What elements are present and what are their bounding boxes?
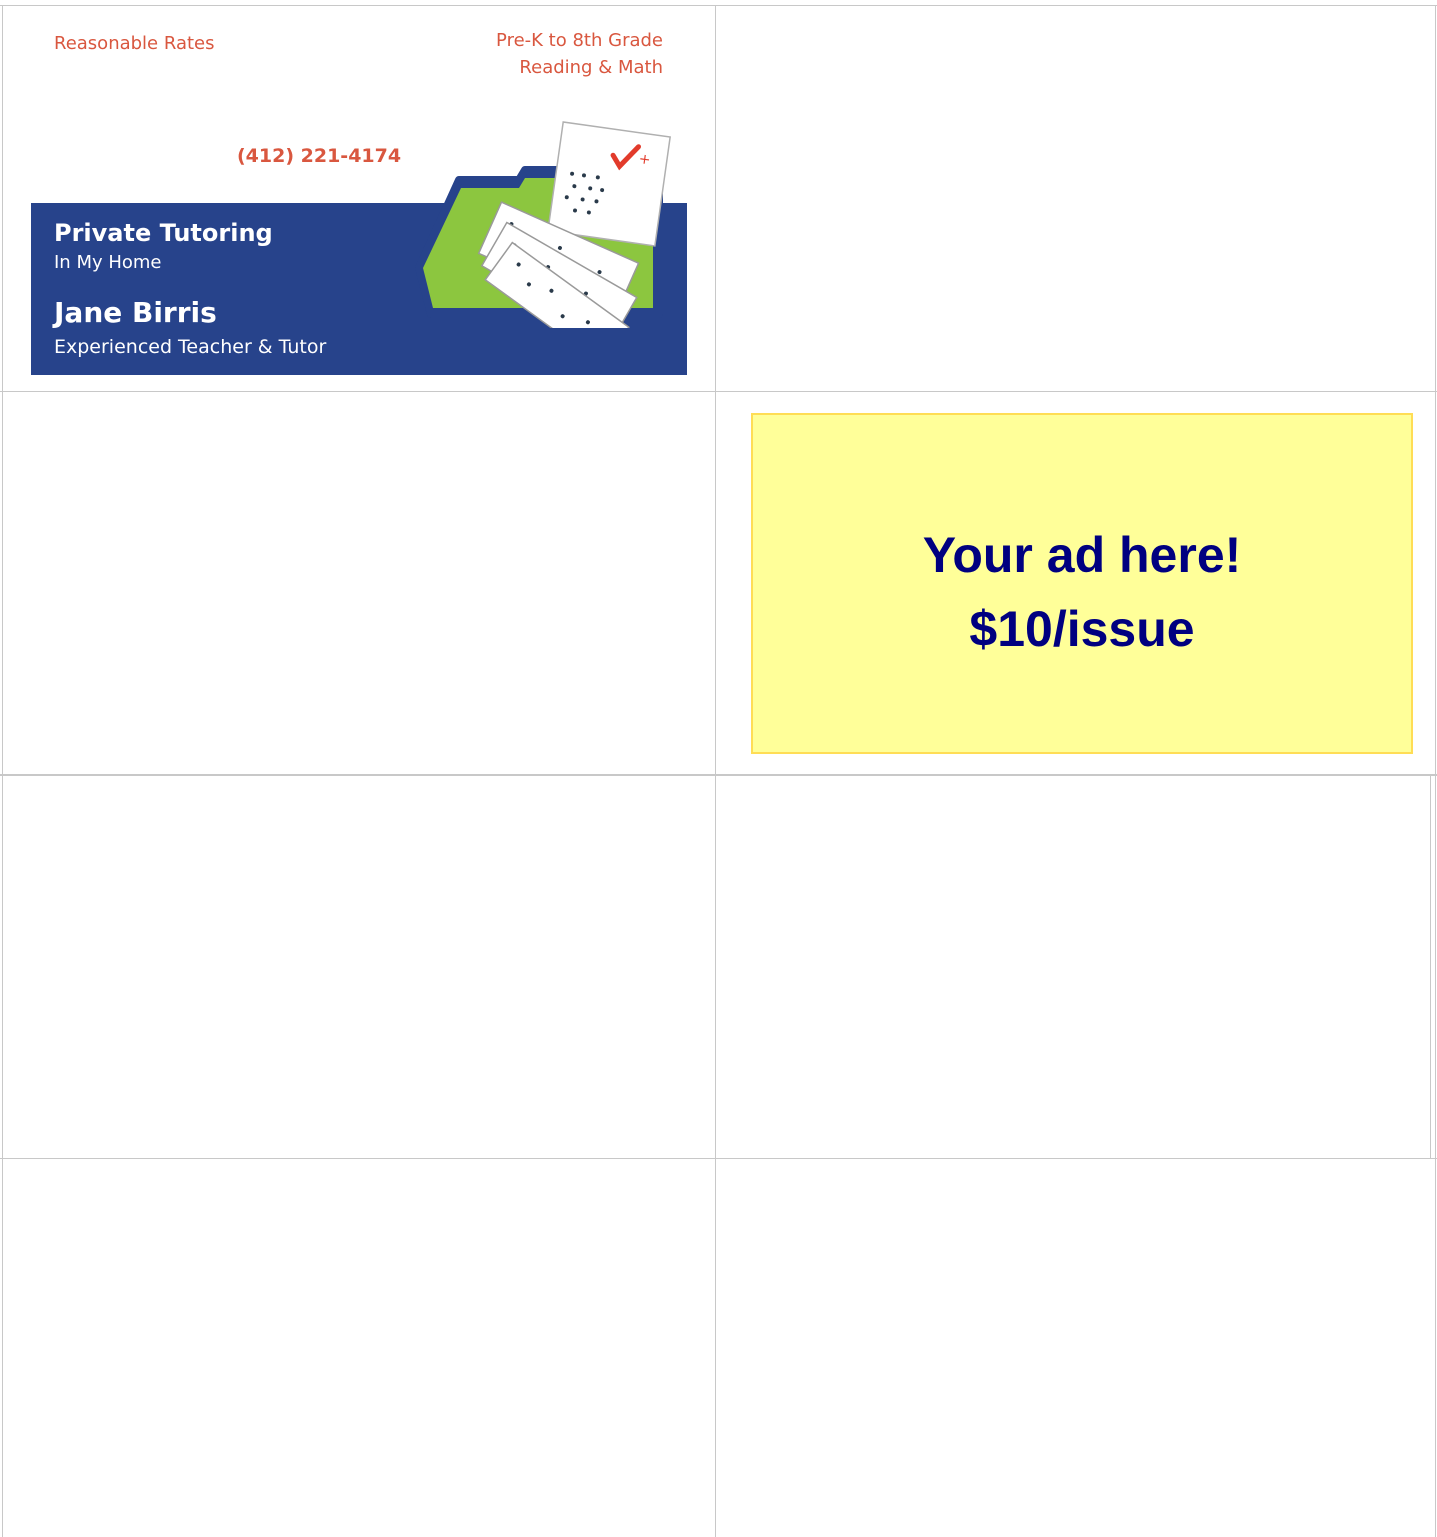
- card-tutor-credential: Experienced Teacher & Tutor: [54, 336, 327, 358]
- card-service-title: Private Tutoring: [54, 219, 273, 247]
- ad-price: $10/issue: [969, 601, 1195, 657]
- graded-test-papers-in-folder-icon: +: [415, 121, 671, 328]
- grid-divider-row-3: [0, 1158, 1437, 1159]
- card-rates-text: Reasonable Rates: [54, 33, 215, 54]
- grid-border-top: [0, 5, 1437, 6]
- card-service-subtitle: In My Home: [54, 252, 162, 273]
- card-subjects-text: Reading & Math: [519, 57, 663, 78]
- card-phone-number: (412) 221-4174: [237, 145, 402, 167]
- grid-divider-vertical: [715, 5, 716, 1537]
- card-tutor-name: Jane Birris: [54, 296, 217, 329]
- grid-divider-row-2: [0, 774, 1437, 776]
- ad-placeholder-box: Your ad here! $10/issue: [751, 413, 1413, 754]
- grid-border-left: [2, 5, 3, 1537]
- ad-headline: Your ad here!: [922, 527, 1242, 583]
- grid-border-right: [1435, 5, 1436, 1537]
- card-grade-range-text: Pre-K to 8th Grade: [496, 30, 663, 51]
- grid-divider-row-1: [0, 391, 1437, 392]
- grid-inner-right-edge: [1430, 776, 1431, 1158]
- business-card-ad: Reasonable Rates Pre-K to 8th Grade Read…: [31, 30, 687, 375]
- svg-text:+: +: [638, 151, 652, 168]
